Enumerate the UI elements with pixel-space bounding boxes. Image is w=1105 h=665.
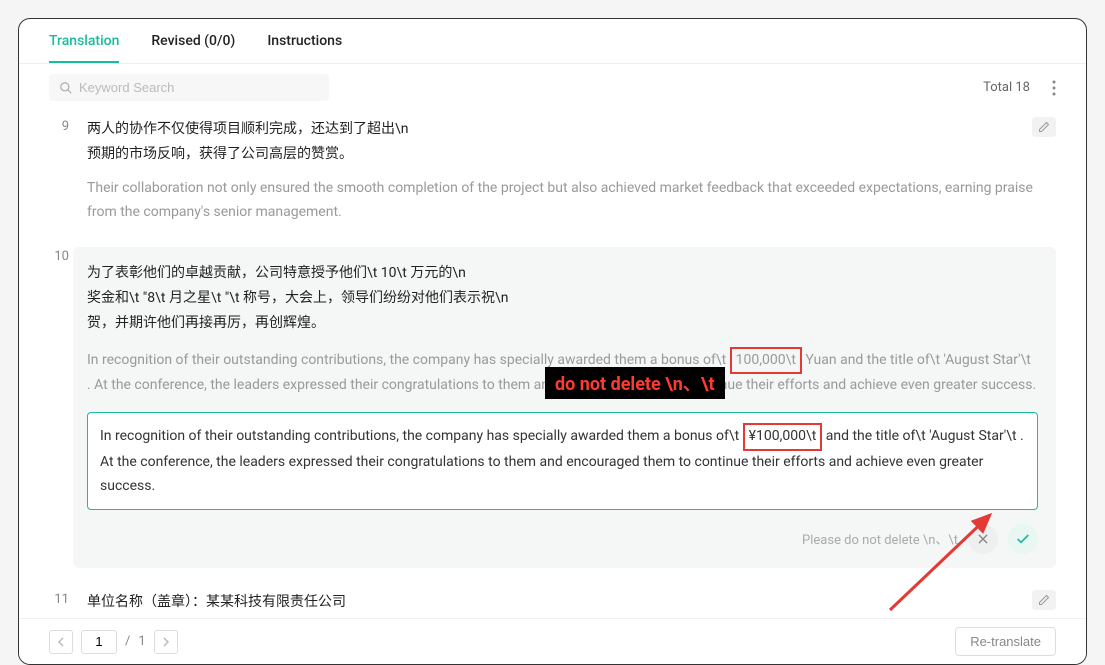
edit-actions: Please do not delete \n、\t [87,524,1038,554]
source-text: 为了表彰他们的卓越贡献，公司特意授予他们\t 10\t 万元的\n 奖金和\t … [87,261,1038,337]
target-text: Their collaboration not only ensured the… [87,177,1056,225]
tab-revised[interactable]: Revised (0/0) [151,33,235,63]
row-number: 9 [49,117,69,225]
tab-translation[interactable]: Translation [49,33,119,63]
highlight-original: 100,000\t [730,347,802,375]
edit-button[interactable] [1032,590,1056,610]
confirm-button[interactable] [1008,524,1038,554]
next-page-button[interactable] [154,630,178,654]
source-text: 单位名称（盖章）：某某科技有限责任公司 [87,590,1056,615]
row-number: 10 [49,247,69,568]
edit-hint: Please do not delete \n、\t [802,529,958,548]
highlight-edited: ¥100,000\t [743,423,823,451]
search-box[interactable] [49,74,329,101]
search-icon [59,81,73,95]
page-input[interactable] [81,630,117,654]
source-text: 两人的协作不仅使得项目顺利完成，还达到了超出\n 预期的市场反响，获得了公司高层… [87,117,1056,167]
footer: / 1 Re-translate [19,618,1086,664]
segment-row: 10 为了表彰他们的卓越贡献，公司特意授予他们\t 10\t 万元的\n 奖金和… [49,241,1056,584]
tab-instructions[interactable]: Instructions [267,33,342,63]
main-window: Translation Revised (0/0) Instructions T… [18,18,1087,665]
tab-bar: Translation Revised (0/0) Instructions [19,19,1086,64]
more-menu-icon[interactable] [1052,80,1056,96]
total-count: Total 18 [983,80,1030,95]
toolbar: Total 18 [19,64,1086,111]
annotation-label: do not delete \n、\t [545,367,725,399]
edit-textarea[interactable]: In recognition of their outstanding cont… [87,412,1038,509]
search-input[interactable] [79,80,319,95]
retranslate-button[interactable]: Re-translate [955,627,1056,656]
cancel-button[interactable] [968,524,998,554]
page-total: 1 [138,634,145,649]
prev-page-button[interactable] [49,630,73,654]
edit-button[interactable] [1032,117,1056,137]
page-sep: / [125,634,130,649]
segment-row: 9 两人的协作不仅使得项目顺利完成，还达到了超出\n 预期的市场反响，获得了公司… [49,111,1056,241]
pager: / 1 [49,630,178,654]
